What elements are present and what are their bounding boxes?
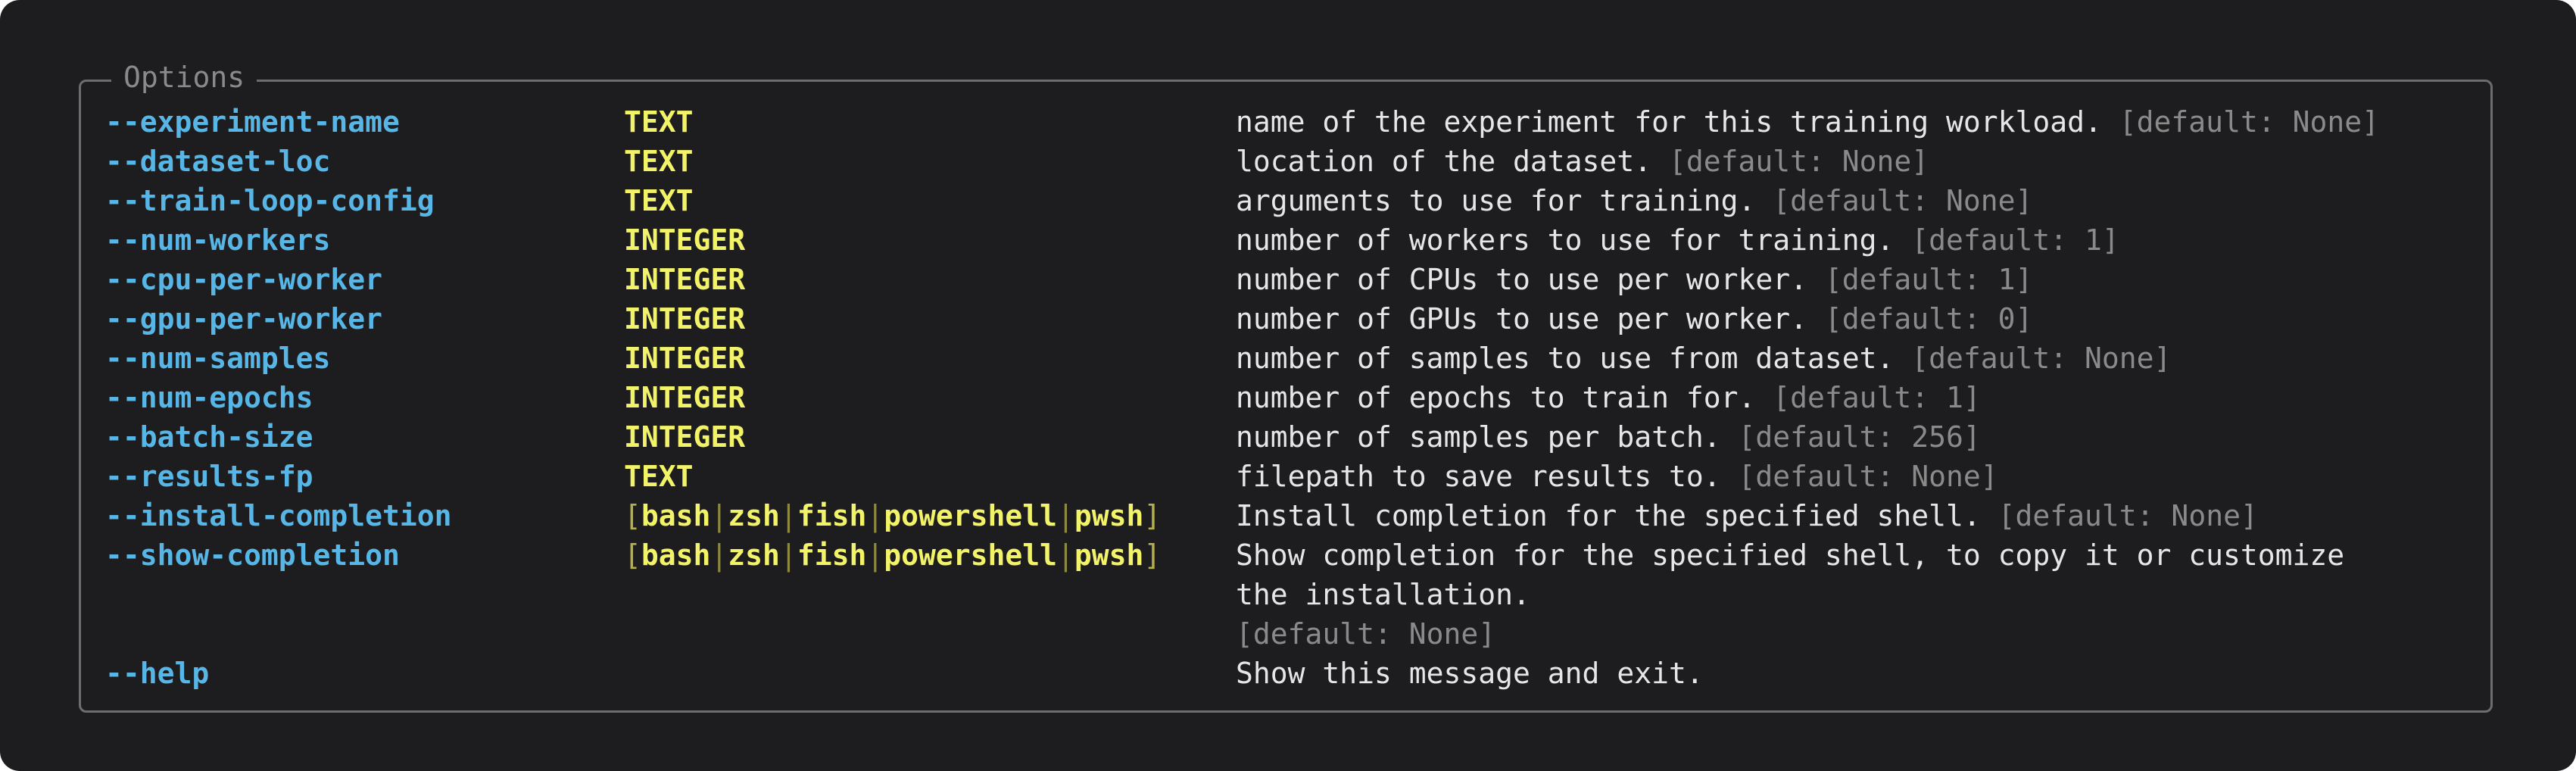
option-description: number of samples per batch. [default: 2… xyxy=(1236,417,2490,457)
option-row-help: --help Show this message and exit. xyxy=(105,654,2490,693)
option-name: --dataset-loc xyxy=(105,145,331,178)
option-default: [default: None] xyxy=(1236,617,1496,651)
option-type: TEXT xyxy=(624,145,694,178)
option-type xyxy=(624,654,1236,693)
option-row-install-completion: --install-completion [bash|zsh|fish|powe… xyxy=(105,496,2490,535)
option-default: [default: None] xyxy=(1738,460,1998,493)
shell-choice: pwsh xyxy=(1074,499,1144,532)
option-row-cpu-per-worker: --cpu-per-worker INTEGER number of CPUs … xyxy=(105,260,2490,299)
option-name: --results-fp xyxy=(105,460,313,493)
option-type: INTEGER xyxy=(624,223,746,257)
option-help-text: Install completion for the specified she… xyxy=(1236,499,1981,532)
option-help-text: number of samples per batch. xyxy=(1236,420,1721,454)
option-help-text: filepath to save results to. xyxy=(1236,460,1721,493)
option-name: --num-workers xyxy=(105,223,331,257)
option-default: [default: None] xyxy=(1911,342,2172,375)
options-list: --experiment-name TEXT name of the exper… xyxy=(105,102,2490,693)
option-description: filepath to save results to. [default: N… xyxy=(1236,457,2490,496)
option-help-text: Show this message and exit. xyxy=(1236,657,1704,690)
shell-choice: bash xyxy=(641,499,711,532)
option-default: [default: None] xyxy=(2119,105,2379,139)
option-name: --gpu-per-worker xyxy=(105,302,383,336)
option-description: Install completion for the specified she… xyxy=(1236,496,2490,535)
option-name: --train-loop-config xyxy=(105,184,435,217)
panel-title: Options xyxy=(111,58,257,97)
option-help-text: number of samples to use from dataset. xyxy=(1236,342,1895,375)
option-default: [default: 1] xyxy=(1773,381,1981,414)
option-default: [default: 0] xyxy=(1824,302,2033,336)
shell-choice: zsh xyxy=(728,538,780,572)
option-help-text: name of the experiment for this training… xyxy=(1236,105,2102,139)
option-row-dataset-loc: --dataset-loc TEXT location of the datas… xyxy=(105,142,2490,181)
shell-choice: fish xyxy=(797,538,867,572)
option-name: --cpu-per-worker xyxy=(105,263,383,296)
option-type: INTEGER xyxy=(624,420,746,454)
option-description: number of CPUs to use per worker. [defau… xyxy=(1236,260,2490,299)
option-type: TEXT xyxy=(624,460,694,493)
terminal-window: Options --experiment-name TEXT name of t… xyxy=(0,0,2576,771)
option-type-choices: [bash|zsh|fish|powershell|pwsh] xyxy=(624,538,1162,572)
option-default: [default: 256] xyxy=(1738,420,1981,454)
shell-choice: powershell xyxy=(884,538,1058,572)
option-row-num-samples: --num-samples INTEGER number of samples … xyxy=(105,339,2490,378)
option-description: Show this message and exit. xyxy=(1236,654,2490,693)
option-help-text: number of GPUs to use per worker. xyxy=(1236,302,1807,336)
shell-choice: bash xyxy=(641,538,711,572)
shell-choice: pwsh xyxy=(1074,538,1144,572)
option-default: [default: 1] xyxy=(1911,223,2119,257)
option-help-text: number of CPUs to use per worker. xyxy=(1236,263,1807,296)
option-description: number of workers to use for training. [… xyxy=(1236,220,2490,260)
options-panel: Options --experiment-name TEXT name of t… xyxy=(79,58,2493,713)
option-type: TEXT xyxy=(624,184,694,217)
option-description: number of samples to use from dataset. [… xyxy=(1236,339,2490,378)
option-name: --num-epochs xyxy=(105,381,313,414)
option-row-batch-size: --batch-size INTEGER number of samples p… xyxy=(105,417,2490,457)
option-row-train-loop-config: --train-loop-config TEXT arguments to us… xyxy=(105,181,2490,220)
option-type-choices: [bash|zsh|fish|powershell|pwsh] xyxy=(624,499,1162,532)
option-type: INTEGER xyxy=(624,342,746,375)
option-row-gpu-per-worker: --gpu-per-worker INTEGER number of GPUs … xyxy=(105,299,2490,339)
option-default: [default: 1] xyxy=(1824,263,2033,296)
option-type: INTEGER xyxy=(624,381,746,414)
option-default: [default: None] xyxy=(1773,184,2033,217)
option-name: --show-completion xyxy=(105,538,400,572)
shell-choice: fish xyxy=(797,499,867,532)
option-help-text: location of the dataset. xyxy=(1236,145,1652,178)
option-help-text: number of epochs to train for. xyxy=(1236,381,1756,414)
option-help-text: Show completion for the specified shell,… xyxy=(1236,538,2345,572)
option-default: [default: None] xyxy=(1997,499,2258,532)
option-default: [default: None] xyxy=(1668,145,1929,178)
option-description: number of GPUs to use per worker. [defau… xyxy=(1236,299,2490,339)
option-row-experiment-name: --experiment-name TEXT name of the exper… xyxy=(105,102,2490,142)
option-description: name of the experiment for this training… xyxy=(1236,102,2490,142)
shell-choice: zsh xyxy=(728,499,780,532)
option-row-num-workers: --num-workers INTEGER number of workers … xyxy=(105,220,2490,260)
option-description: Show completion for the specified shell,… xyxy=(1236,535,2490,654)
option-help-text-continued: the installation. xyxy=(1236,578,1530,611)
option-description: number of epochs to train for. [default:… xyxy=(1236,378,2490,417)
option-type: INTEGER xyxy=(624,302,746,336)
option-row-results-fp: --results-fp TEXT filepath to save resul… xyxy=(105,457,2490,496)
option-help-text: arguments to use for training. xyxy=(1236,184,1756,217)
option-row-show-completion: --show-completion [bash|zsh|fish|powersh… xyxy=(105,535,2490,654)
option-name: --help xyxy=(105,657,210,690)
option-description: arguments to use for training. [default:… xyxy=(1236,181,2490,220)
option-name: --experiment-name xyxy=(105,105,400,139)
option-name: --batch-size xyxy=(105,420,313,454)
option-type: INTEGER xyxy=(624,263,746,296)
shell-choice: powershell xyxy=(884,499,1058,532)
option-type: TEXT xyxy=(624,105,694,139)
option-name: --install-completion xyxy=(105,499,452,532)
option-name: --num-samples xyxy=(105,342,331,375)
option-help-text: number of workers to use for training. xyxy=(1236,223,1895,257)
option-row-num-epochs: --num-epochs INTEGER number of epochs to… xyxy=(105,378,2490,417)
option-description: location of the dataset. [default: None] xyxy=(1236,142,2490,181)
